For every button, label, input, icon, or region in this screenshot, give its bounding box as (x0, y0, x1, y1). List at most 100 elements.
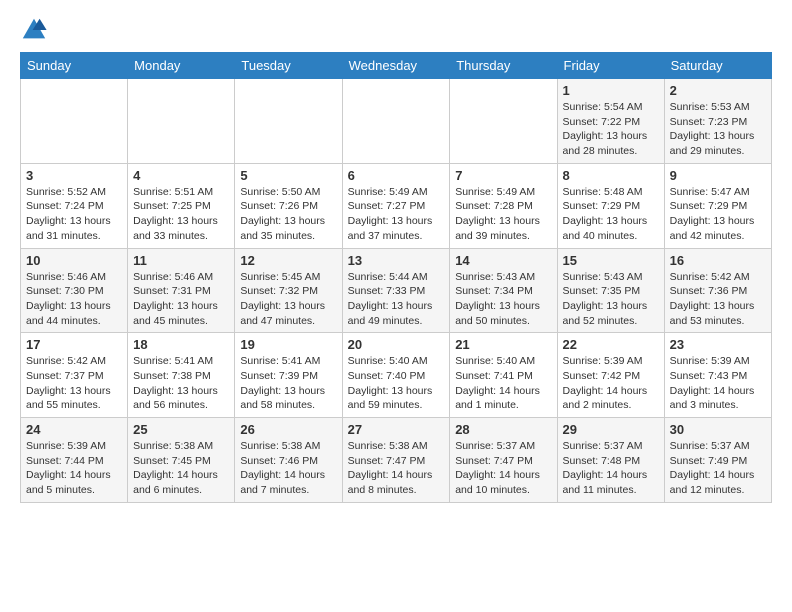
calendar-day-27: 27 Sunrise: 5:38 AM Sunset: 7:47 PM Dayli… (342, 418, 450, 503)
calendar-day-3: 3 Sunrise: 5:52 AM Sunset: 7:24 PM Daylig… (21, 163, 128, 248)
calendar-day-20: 20 Sunrise: 5:40 AM Sunset: 7:40 PM Dayli… (342, 333, 450, 418)
day-info: Sunrise: 5:50 AM Sunset: 7:26 PM Dayligh… (240, 185, 336, 244)
day-number: 17 (26, 337, 122, 352)
calendar-day-26: 26 Sunrise: 5:38 AM Sunset: 7:46 PM Dayli… (235, 418, 342, 503)
calendar-day-4: 4Sunrise: 5:51 AM Sunset: 7:25 PM Daylig… (128, 163, 235, 248)
day-info: Sunrise: 5:40 AM Sunset: 7:40 PM Dayligh… (348, 354, 445, 413)
calendar-day-10: 10 Sunrise: 5:46 AM Sunset: 7:30 PM Dayli… (21, 248, 128, 333)
day-number: 25 (133, 422, 229, 437)
day-number: 16 (670, 253, 766, 268)
day-info: Sunrise: 5:38 AM Sunset: 7:47 PM Dayligh… (348, 439, 445, 498)
calendar-day-22: 22 Sunrise: 5:39 AM Sunset: 7:42 PM Dayli… (557, 333, 664, 418)
logo-icon (20, 16, 48, 44)
day-number: 30 (670, 422, 766, 437)
weekday-header-sunday: Sunday (21, 53, 128, 79)
empty-cell (235, 79, 342, 164)
day-info: Sunrise: 5:39 AM Sunset: 7:43 PM Dayligh… (670, 354, 766, 413)
calendar-day-30: 30 Sunrise: 5:37 AM Sunset: 7:49 PM Dayli… (664, 418, 771, 503)
empty-cell (342, 79, 450, 164)
calendar-day-13: 13 Sunrise: 5:44 AM Sunset: 7:33 PM Dayli… (342, 248, 450, 333)
day-number: 13 (348, 253, 445, 268)
calendar-day-24: 24 Sunrise: 5:39 AM Sunset: 7:44 PM Dayli… (21, 418, 128, 503)
calendar-day-16: 16 Sunrise: 5:42 AM Sunset: 7:36 PM Dayli… (664, 248, 771, 333)
day-info: Sunrise: 5:51 AM Sunset: 7:25 PM Dayligh… (133, 185, 229, 244)
day-number: 26 (240, 422, 336, 437)
day-number: 11 (133, 253, 229, 268)
day-number: 19 (240, 337, 336, 352)
calendar-day-15: 15 Sunrise: 5:43 AM Sunset: 7:35 PM Dayli… (557, 248, 664, 333)
day-number: 29 (563, 422, 659, 437)
day-number: 14 (455, 253, 551, 268)
day-info: Sunrise: 5:40 AM Sunset: 7:41 PM Dayligh… (455, 354, 551, 413)
day-info: Sunrise: 5:37 AM Sunset: 7:47 PM Dayligh… (455, 439, 551, 498)
day-info: Sunrise: 5:52 AM Sunset: 7:24 PM Dayligh… (26, 185, 122, 244)
day-number: 27 (348, 422, 445, 437)
day-info: Sunrise: 5:44 AM Sunset: 7:33 PM Dayligh… (348, 270, 445, 329)
day-number: 10 (26, 253, 122, 268)
day-info: Sunrise: 5:45 AM Sunset: 7:32 PM Dayligh… (240, 270, 336, 329)
day-number: 28 (455, 422, 551, 437)
day-info: Sunrise: 5:37 AM Sunset: 7:48 PM Dayligh… (563, 439, 659, 498)
calendar-day-9: 9 Sunrise: 5:47 AM Sunset: 7:29 PM Daylig… (664, 163, 771, 248)
day-number: 5 (240, 168, 336, 183)
day-info: Sunrise: 5:41 AM Sunset: 7:38 PM Dayligh… (133, 354, 229, 413)
weekday-header-saturday: Saturday (664, 53, 771, 79)
day-info: Sunrise: 5:39 AM Sunset: 7:44 PM Dayligh… (26, 439, 122, 498)
calendar-day-14: 14 Sunrise: 5:43 AM Sunset: 7:34 PM Dayli… (450, 248, 557, 333)
weekday-header-wednesday: Wednesday (342, 53, 450, 79)
weekday-header-monday: Monday (128, 53, 235, 79)
calendar-day-8: 8 Sunrise: 5:48 AM Sunset: 7:29 PM Daylig… (557, 163, 664, 248)
day-info: Sunrise: 5:49 AM Sunset: 7:28 PM Dayligh… (455, 185, 551, 244)
calendar-day-5: 5 Sunrise: 5:50 AM Sunset: 7:26 PM Daylig… (235, 163, 342, 248)
calendar-day-18: 18 Sunrise: 5:41 AM Sunset: 7:38 PM Dayli… (128, 333, 235, 418)
day-info: Sunrise: 5:46 AM Sunset: 7:30 PM Dayligh… (26, 270, 122, 329)
day-number: 23 (670, 337, 766, 352)
day-number: 6 (348, 168, 445, 183)
calendar-day-2: 2 Sunrise: 5:53 AM Sunset: 7:23 PM Daylig… (664, 79, 771, 164)
day-info: Sunrise: 5:37 AM Sunset: 7:49 PM Dayligh… (670, 439, 766, 498)
day-info: Sunrise: 5:53 AM Sunset: 7:23 PM Dayligh… (670, 100, 766, 159)
calendar-day-12: 12 Sunrise: 5:45 AM Sunset: 7:32 PM Dayli… (235, 248, 342, 333)
day-info: Sunrise: 5:41 AM Sunset: 7:39 PM Dayligh… (240, 354, 336, 413)
day-info: Sunrise: 5:48 AM Sunset: 7:29 PM Dayligh… (563, 185, 659, 244)
day-number: 22 (563, 337, 659, 352)
day-info: Sunrise: 5:43 AM Sunset: 7:35 PM Dayligh… (563, 270, 659, 329)
calendar-day-1: 1Sunrise: 5:54 AM Sunset: 7:22 PM Daylig… (557, 79, 664, 164)
empty-cell (128, 79, 235, 164)
calendar-day-25: 25Sunrise: 5:38 AM Sunset: 7:45 PM Dayli… (128, 418, 235, 503)
calendar-day-11: 11 Sunrise: 5:46 AM Sunset: 7:31 PM Dayli… (128, 248, 235, 333)
calendar-day-29: 29 Sunrise: 5:37 AM Sunset: 7:48 PM Dayli… (557, 418, 664, 503)
day-info: Sunrise: 5:46 AM Sunset: 7:31 PM Dayligh… (133, 270, 229, 329)
calendar-day-17: 17 Sunrise: 5:42 AM Sunset: 7:37 PM Dayli… (21, 333, 128, 418)
day-number: 2 (670, 83, 766, 98)
day-number: 8 (563, 168, 659, 183)
day-number: 3 (26, 168, 122, 183)
day-number: 12 (240, 253, 336, 268)
calendar-day-28: 28 Sunrise: 5:37 AM Sunset: 7:47 PM Dayli… (450, 418, 557, 503)
empty-cell (450, 79, 557, 164)
weekday-header-friday: Friday (557, 53, 664, 79)
day-info: Sunrise: 5:49 AM Sunset: 7:27 PM Dayligh… (348, 185, 445, 244)
day-number: 9 (670, 168, 766, 183)
day-info: Sunrise: 5:42 AM Sunset: 7:36 PM Dayligh… (670, 270, 766, 329)
empty-cell (21, 79, 128, 164)
calendar: SundayMondayTuesdayWednesdayThursdayFrid… (20, 52, 772, 503)
day-info: Sunrise: 5:43 AM Sunset: 7:34 PM Dayligh… (455, 270, 551, 329)
day-number: 7 (455, 168, 551, 183)
calendar-day-21: 21Sunrise: 5:40 AM Sunset: 7:41 PM Dayli… (450, 333, 557, 418)
day-number: 20 (348, 337, 445, 352)
calendar-day-23: 23 Sunrise: 5:39 AM Sunset: 7:43 PM Dayli… (664, 333, 771, 418)
day-number: 15 (563, 253, 659, 268)
calendar-day-6: 6 Sunrise: 5:49 AM Sunset: 7:27 PM Daylig… (342, 163, 450, 248)
logo (20, 16, 52, 44)
calendar-day-7: 7 Sunrise: 5:49 AM Sunset: 7:28 PM Daylig… (450, 163, 557, 248)
day-info: Sunrise: 5:42 AM Sunset: 7:37 PM Dayligh… (26, 354, 122, 413)
day-info: Sunrise: 5:39 AM Sunset: 7:42 PM Dayligh… (563, 354, 659, 413)
day-number: 1 (563, 83, 659, 98)
day-info: Sunrise: 5:38 AM Sunset: 7:46 PM Dayligh… (240, 439, 336, 498)
day-number: 18 (133, 337, 229, 352)
weekday-header-tuesday: Tuesday (235, 53, 342, 79)
page-header (20, 16, 772, 44)
day-info: Sunrise: 5:47 AM Sunset: 7:29 PM Dayligh… (670, 185, 766, 244)
day-number: 24 (26, 422, 122, 437)
